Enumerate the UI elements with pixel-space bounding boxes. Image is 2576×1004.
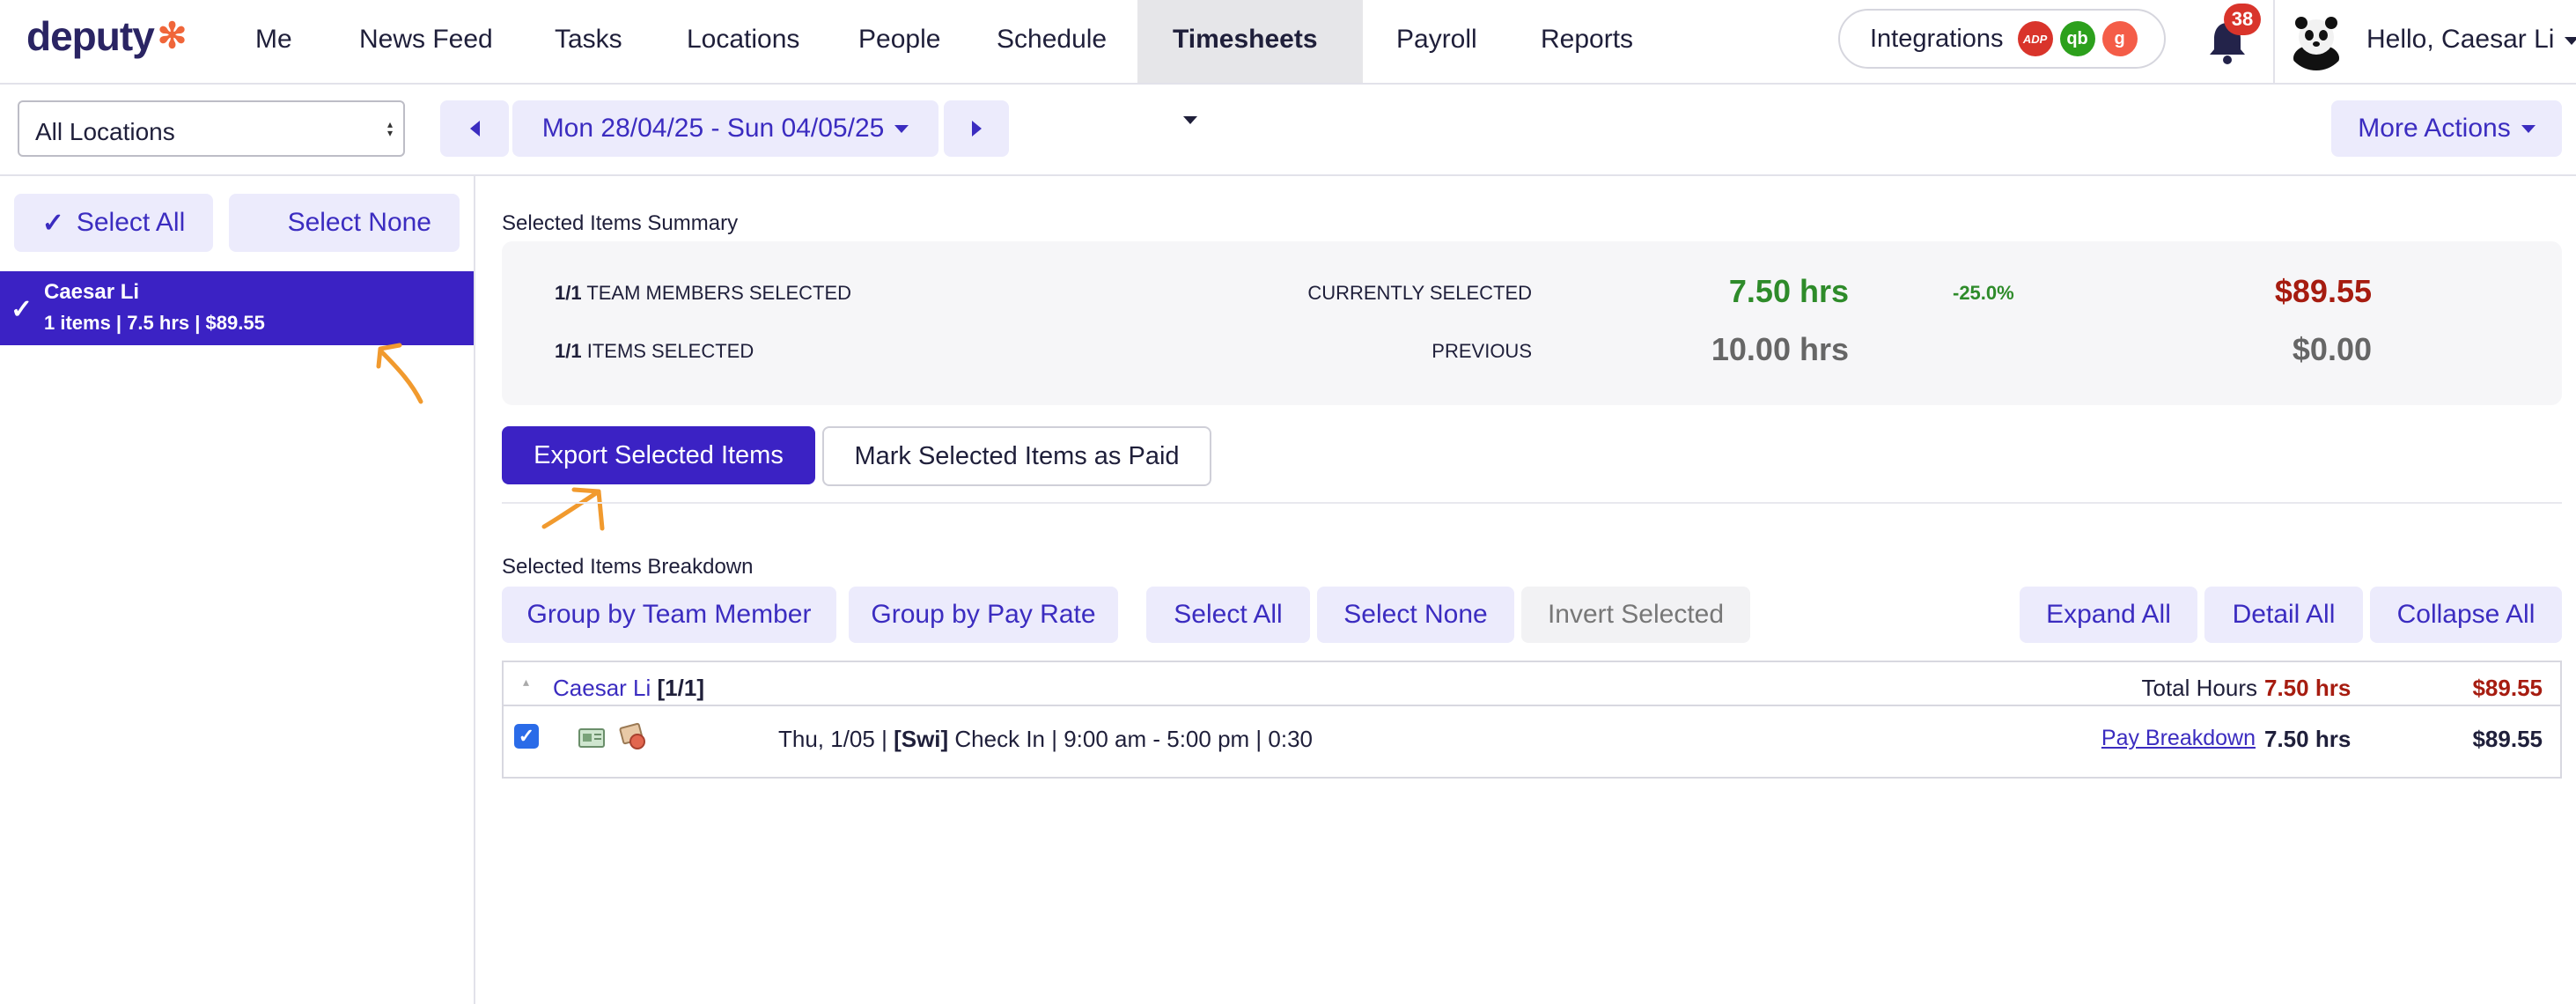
pay-rules-icon — [619, 722, 645, 749]
breakdown-select-all-button[interactable]: Select All — [1146, 587, 1310, 643]
logo-text: deputy — [26, 13, 155, 59]
toolbar-divider — [0, 174, 2576, 176]
chevron-down-icon — [1183, 115, 1197, 124]
row-shift-detail: Check In | 9:00 am - 5:00 pm | 0:30 — [948, 726, 1314, 752]
group-header-row[interactable]: ▴ Caesar Li [1/1] Total Hours 7.50 hrs $… — [504, 662, 2560, 706]
nav-divider — [2273, 0, 2275, 83]
group-total-cost: $89.55 — [2472, 675, 2543, 701]
collapse-all-button[interactable]: Collapse All — [2370, 587, 2562, 643]
more-actions-label: More Actions — [2358, 114, 2511, 143]
date-range-picker[interactable]: Mon 28/04/25 - Sun 04/05/25 — [512, 100, 938, 157]
previous-label: PREVIOUS — [1432, 340, 1532, 362]
breakdown-title: Selected Items Breakdown — [502, 555, 754, 579]
select-arrows-icon: ▴ ▾ — [386, 118, 393, 139]
current-cost: $89.55 — [2274, 273, 2372, 309]
sidebar-select-none-button[interactable]: Select None — [229, 194, 460, 252]
mark-paid-button[interactable]: Mark Selected Items as Paid — [822, 426, 1211, 486]
previous-hours: 10.00 hrs — [1711, 331, 1849, 367]
export-selected-button[interactable]: Export Selected Items — [502, 426, 815, 484]
team-label: TEAM MEMBERS SELECTED — [586, 282, 852, 304]
row-hours: 7.50 hrs — [2264, 726, 2352, 752]
current-hours: 7.50 hrs — [1728, 273, 1849, 309]
group-by-pay-rate-button[interactable]: Group by Pay Rate — [849, 587, 1118, 643]
chevron-down-icon — [2565, 36, 2576, 45]
annotation-arrow-icon — [376, 343, 423, 404]
nav-me[interactable]: Me — [220, 0, 328, 83]
user-greeting: Hello, Caesar Li — [2366, 25, 2555, 54]
integrations-button[interactable]: Integrations ADP qb g — [1838, 9, 2166, 69]
row-checkbox[interactable]: ✓ — [514, 724, 539, 749]
adp-icon: ADP — [2017, 21, 2053, 56]
nav-timesheets-label: Timesheets — [1173, 25, 1318, 54]
timesheet-card-icon — [578, 728, 605, 748]
nav-timesheets[interactable]: Timesheets — [1137, 0, 1363, 124]
logo-star-icon: ✻ — [157, 17, 188, 55]
group-total-hours: 7.50 hrs — [2264, 675, 2352, 701]
nav-tasks[interactable]: Tasks — [519, 0, 658, 83]
nav-news-feed[interactable]: News Feed — [324, 0, 528, 83]
user-menu[interactable]: Hello, Caesar Li — [2366, 25, 2576, 55]
nav-schedule[interactable]: Schedule — [961, 0, 1142, 83]
gusto-icon: g — [2101, 21, 2138, 56]
chevron-down-icon — [894, 124, 909, 133]
expand-all-button[interactable]: Expand All — [2020, 587, 2197, 643]
summary-title: Selected Items Summary — [502, 211, 739, 235]
summary-panel: 1/1 TEAM MEMBERS SELECTED 1/1 ITEMS SELE… — [502, 241, 2562, 405]
group-member-name[interactable]: Caesar Li — [553, 675, 651, 701]
detail-all-button[interactable]: Detail All — [2204, 587, 2363, 643]
date-range-label: Mon 28/04/25 - Sun 04/05/25 — [541, 114, 885, 143]
row-date: Thu, 1/05 | — [778, 726, 894, 752]
chevron-right-icon — [971, 121, 982, 137]
nav-locations[interactable]: Locations — [651, 0, 835, 83]
items-selected: 1/1 ITEMS SELECTED — [555, 340, 754, 363]
actions-divider — [502, 502, 2562, 504]
prev-week-button[interactable] — [440, 100, 509, 157]
sidebar-divider — [474, 176, 475, 1004]
sidebar-select-all-label: Select All — [76, 208, 186, 237]
check-icon: ✓ — [41, 208, 64, 238]
member-summary: 1 items | 7.5 hrs | $89.55 — [44, 312, 265, 334]
member-name: Caesar Li — [44, 280, 140, 304]
nav-reports[interactable]: Reports — [1505, 0, 1668, 83]
current-label: CURRENTLY SELECTED — [1307, 282, 1532, 304]
more-actions-button[interactable]: More Actions — [2331, 100, 2562, 157]
deputy-logo[interactable]: deputy ✻ — [26, 12, 188, 60]
group-count: [1/1] — [657, 675, 704, 701]
location-select[interactable]: All Locations ▴ ▾ — [18, 100, 405, 157]
invert-selected-button[interactable]: Invert Selected — [1521, 587, 1750, 643]
items-label: ITEMS SELECTED — [586, 340, 754, 362]
notification-count-badge: 38 — [2224, 4, 2261, 35]
avatar[interactable] — [2285, 9, 2347, 70]
total-hours-label: Total Hours — [2141, 675, 2258, 701]
sidebar-select-all-button[interactable]: ✓ Select All — [14, 194, 213, 252]
breakdown-table: ▴ Caesar Li [1/1] Total Hours 7.50 hrs $… — [502, 661, 2562, 779]
panda-avatar-icon — [2293, 17, 2339, 70]
location-select-value: All Locations — [35, 118, 175, 145]
row-area: [Swi] — [894, 726, 949, 752]
pay-breakdown-link[interactable]: Pay Breakdown — [1991, 726, 2256, 751]
nav-payroll[interactable]: Payroll — [1361, 0, 1512, 83]
chevron-down-icon — [2521, 124, 2536, 133]
integrations-label: Integrations — [1870, 24, 2004, 53]
row-description: Thu, 1/05 | [Swi] Check In | 9:00 am - 5… — [778, 726, 1313, 753]
annotation-arrow-icon — [541, 487, 605, 531]
sidebar-select-none-label: Select None — [287, 208, 431, 237]
team-count: 1/1 — [555, 282, 582, 304]
chevron-left-icon — [469, 121, 480, 137]
top-nav: deputy ✻ Me News Feed Tasks Locations Pe… — [0, 0, 2576, 124]
row-cost: $89.55 — [2472, 726, 2543, 752]
collapse-caret-icon[interactable]: ▴ — [523, 675, 529, 690]
next-week-button[interactable] — [944, 100, 1009, 157]
items-count: 1/1 — [555, 340, 582, 362]
team-members-selected: 1/1 TEAM MEMBERS SELECTED — [555, 282, 851, 305]
group-by-member-button[interactable]: Group by Team Member — [502, 587, 836, 643]
breakdown-select-none-button[interactable]: Select None — [1317, 587, 1514, 643]
hours-change-percent: -25.0% — [1953, 282, 2014, 304]
quickbooks-icon: qb — [2059, 21, 2095, 56]
previous-cost: $0.00 — [2292, 331, 2372, 367]
check-icon: ✓ — [11, 295, 33, 324]
group-member: Caesar Li [1/1] — [553, 675, 704, 702]
nav-people[interactable]: People — [823, 0, 975, 83]
